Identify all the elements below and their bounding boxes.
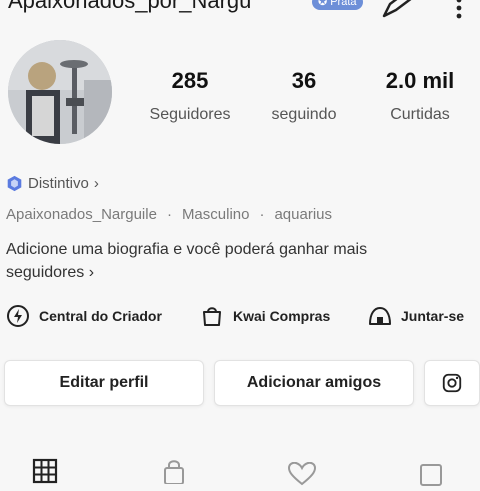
hexagon-badge-icon [7, 175, 22, 192]
kwai-shop-shortcut[interactable]: Kwai Compras [200, 304, 330, 328]
profile-gender: Masculino [181, 206, 250, 223]
shopping-bag-icon [203, 307, 221, 326]
meta-separator: · [259, 206, 265, 223]
shortcut-label: Kwai Compras [233, 308, 331, 324]
pen-icon[interactable] [380, 0, 414, 25]
chevron-right-icon: › [93, 175, 99, 192]
lock-icon[interactable] [162, 458, 186, 489]
following-count: 36 [291, 68, 317, 93]
profile-meta: Apaixonados_Narguile · Masculino · aquar… [6, 206, 332, 223]
profile-name: Apaixonados_Narguile [6, 206, 157, 223]
bio-prompt[interactable]: Adicione uma biografia e você poderá gan… [6, 238, 476, 284]
followers-label: Seguidores [149, 106, 231, 123]
meta-separator: · [166, 206, 172, 223]
followers-stat[interactable]: 285 Seguidores [130, 68, 250, 124]
add-friends-button[interactable]: Adicionar amigos [214, 360, 414, 406]
chevron-right-icon: › [88, 264, 95, 281]
distintivo-label: Distintivo [28, 175, 89, 192]
distintivo-link[interactable]: Distintivo › [6, 175, 99, 192]
badge-label: Prata [330, 0, 357, 8]
more-vertical-icon[interactable] [452, 0, 466, 25]
creator-bolt-icon [7, 305, 29, 327]
grid-icon[interactable] [32, 458, 58, 489]
profile-username: Apaixonados_por_Nargu [8, 0, 252, 13]
square-icon[interactable] [420, 464, 442, 491]
edit-profile-button[interactable]: Editar perfil [4, 360, 204, 406]
badge-icon: ✪ [318, 0, 328, 8]
join-icon [369, 307, 391, 325]
shortcut-label: Central do Criador [39, 308, 162, 324]
creator-center-shortcut[interactable]: Central do Criador [6, 304, 162, 328]
following-label: seguindo [271, 106, 337, 123]
likes-count: 2.0 mil [385, 68, 455, 93]
instagram-icon [442, 373, 462, 393]
profile-sign: aquarius [274, 206, 333, 223]
level-badge[interactable]: ✪ Prata [312, 0, 363, 10]
likes-label: Curtidas [390, 106, 450, 123]
bio-line: seguidores [6, 264, 85, 281]
shortcut-label: Juntar-se [401, 308, 465, 324]
instagram-button[interactable] [424, 360, 480, 406]
likes-stat[interactable]: 2.0 mil Curtidas [360, 68, 480, 124]
following-stat[interactable]: 36 seguindo [244, 68, 364, 124]
join-shortcut[interactable]: Juntar-se [368, 304, 464, 328]
bio-line: Adicione uma biografia e você poderá gan… [6, 241, 368, 258]
heart-icon[interactable] [287, 461, 317, 491]
followers-count: 285 [171, 68, 209, 93]
avatar[interactable] [8, 40, 112, 144]
